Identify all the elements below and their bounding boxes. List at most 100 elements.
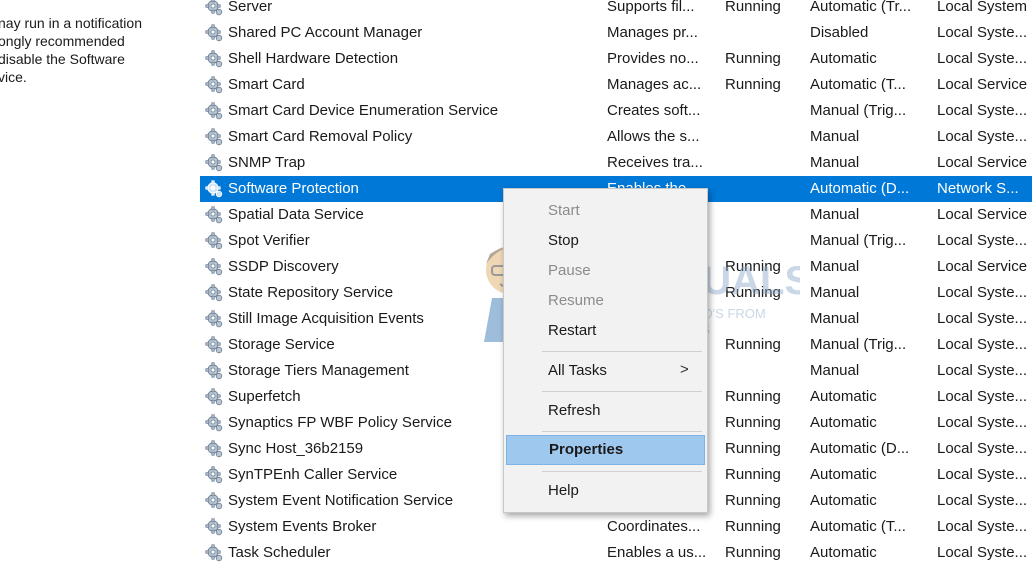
- service-log-on-as: Local Syste...: [937, 492, 1028, 509]
- service-status: Running: [725, 518, 781, 535]
- table-row[interactable]: System Events Broker Coordinates... Runnin…: [200, 514, 1032, 540]
- menu-item-stop[interactable]: Stop: [506, 227, 703, 255]
- service-startup-type: Manual: [810, 154, 860, 171]
- service-startup-type: Manual: [810, 362, 860, 379]
- service-startup-type: Automatic: [810, 466, 877, 483]
- service-log-on-as: Network S...: [937, 180, 1019, 197]
- service-startup-type: Manual: [810, 310, 860, 327]
- table-row[interactable]: Smart Card Manages ac... Running Automatic …: [200, 72, 1032, 98]
- service-name: Smart Card Device Enumeration Service: [228, 102, 499, 119]
- menu-item-restart[interactable]: Restart: [506, 317, 703, 345]
- service-log-on-as: Local Service: [937, 76, 1028, 93]
- menu-item-refresh[interactable]: Refresh: [506, 397, 703, 425]
- menu-item-label: Restart: [548, 322, 597, 339]
- service-startup-type: Automatic: [810, 544, 877, 561]
- service-log-on-as: Local Syste...: [937, 466, 1028, 483]
- menu-item-label: Properties: [549, 441, 624, 458]
- table-row[interactable]: Smart Card Device Enumeration Service Cre…: [200, 98, 1032, 124]
- service-startup-type: Disabled: [810, 24, 869, 41]
- service-status: Running: [725, 388, 781, 405]
- service-status: Running: [725, 258, 781, 275]
- menu-item-start[interactable]: Start: [506, 197, 703, 225]
- description-line: nay run in a notification: [0, 15, 142, 31]
- service-log-on-as: Local Syste...: [937, 336, 1028, 353]
- menu-item-label: Pause: [548, 262, 591, 279]
- service-name: SynTPEnh Caller Service: [228, 466, 398, 483]
- service-description: Creates soft...: [607, 102, 701, 119]
- service-log-on-as: Local System: [937, 0, 1028, 15]
- gear-icon: [204, 544, 224, 562]
- menu-item-label: Resume: [548, 292, 604, 309]
- menu-separator: [542, 351, 702, 352]
- service-startup-type: Manual (Trig...: [810, 336, 907, 353]
- table-row[interactable]: Shared PC Account Manager Manages pr... Di…: [200, 20, 1032, 46]
- service-name: System Event Notification Service: [228, 492, 454, 509]
- service-name: System Events Broker: [228, 518, 377, 535]
- service-startup-type: Manual: [810, 206, 860, 223]
- gear-icon: [204, 466, 224, 484]
- gear-icon: [204, 362, 224, 380]
- service-context-menu[interactable]: Start Stop Pause Resume Restart All Task…: [503, 188, 708, 513]
- service-name: Storage Service: [228, 336, 335, 353]
- menu-separator: [542, 391, 702, 392]
- service-log-on-as: Local Syste...: [937, 414, 1028, 431]
- service-description: Manages ac...: [607, 76, 702, 93]
- service-startup-type: Automatic: [810, 50, 877, 67]
- service-status: Running: [725, 50, 781, 67]
- gear-icon: [204, 310, 224, 328]
- service-startup-type: Manual: [810, 284, 860, 301]
- table-row[interactable]: Shell Hardware Detection Provides no... Ru…: [200, 46, 1032, 72]
- service-log-on-as: Local Syste...: [937, 362, 1028, 379]
- service-startup-type: Manual (Trig...: [810, 232, 907, 249]
- service-name: Shell Hardware Detection: [228, 50, 399, 67]
- service-name: Shared PC Account Manager: [228, 24, 423, 41]
- table-row[interactable]: Smart Card Removal Policy Allows the s...…: [200, 124, 1032, 150]
- menu-item-pause[interactable]: Pause: [506, 257, 703, 285]
- menu-item-help[interactable]: Help: [506, 477, 703, 505]
- gear-icon: [204, 414, 224, 432]
- service-name: State Repository Service: [228, 284, 394, 301]
- gear-icon: [204, 206, 224, 224]
- table-row[interactable]: Server Supports fil... Running Automatic (T…: [200, 0, 1032, 20]
- service-log-on-as: Local Syste...: [937, 102, 1028, 119]
- menu-item-label: Stop: [548, 232, 579, 249]
- gear-icon: [204, 50, 224, 68]
- service-log-on-as: Local Syste...: [937, 310, 1028, 327]
- service-log-on-as: Local Service: [937, 258, 1028, 275]
- gear-icon: [204, 258, 224, 276]
- service-name: Task Scheduler: [228, 544, 331, 561]
- service-name: Server: [228, 0, 273, 15]
- service-status: Running: [725, 76, 781, 93]
- menu-item-resume[interactable]: Resume: [506, 287, 703, 315]
- gear-icon: [204, 232, 224, 250]
- service-name: Software Protection: [228, 180, 359, 197]
- service-startup-type: Automatic (T...: [810, 76, 906, 93]
- table-row[interactable]: Task Scheduler Enables a us... Running Auto…: [200, 540, 1032, 566]
- service-description: Supports fil...: [607, 0, 695, 15]
- service-name: Spot Verifier: [228, 232, 310, 249]
- service-startup-type: Manual: [810, 128, 860, 145]
- gear-icon: [204, 154, 224, 172]
- service-startup-type: Automatic (D...: [810, 180, 910, 197]
- service-startup-type: Automatic: [810, 492, 877, 509]
- gear-icon: [204, 492, 224, 510]
- service-startup-type: Automatic: [810, 388, 877, 405]
- description-line: ongly recommended: [0, 33, 125, 49]
- service-name: Superfetch: [228, 388, 301, 405]
- menu-separator: [542, 431, 702, 432]
- table-row[interactable]: SNMP Trap Receives tra... Manual Local Serv…: [200, 150, 1032, 176]
- service-name: SNMP Trap: [228, 154, 306, 171]
- service-log-on-as: Local Syste...: [937, 518, 1028, 535]
- menu-item-label: Help: [548, 482, 579, 499]
- service-log-on-as: Local Syste...: [937, 388, 1028, 405]
- service-log-on-as: Local Syste...: [937, 544, 1028, 561]
- gear-icon: [204, 102, 224, 120]
- menu-item-properties[interactable]: Properties: [506, 435, 705, 465]
- service-log-on-as: Local Syste...: [937, 232, 1028, 249]
- service-startup-type: Automatic (D...: [810, 440, 910, 457]
- gear-icon: [204, 388, 224, 406]
- menu-item-label: Refresh: [548, 402, 601, 419]
- service-status: Running: [725, 440, 781, 457]
- service-startup-type: Manual: [810, 258, 860, 275]
- menu-item-all-tasks[interactable]: All Tasks >: [506, 357, 703, 385]
